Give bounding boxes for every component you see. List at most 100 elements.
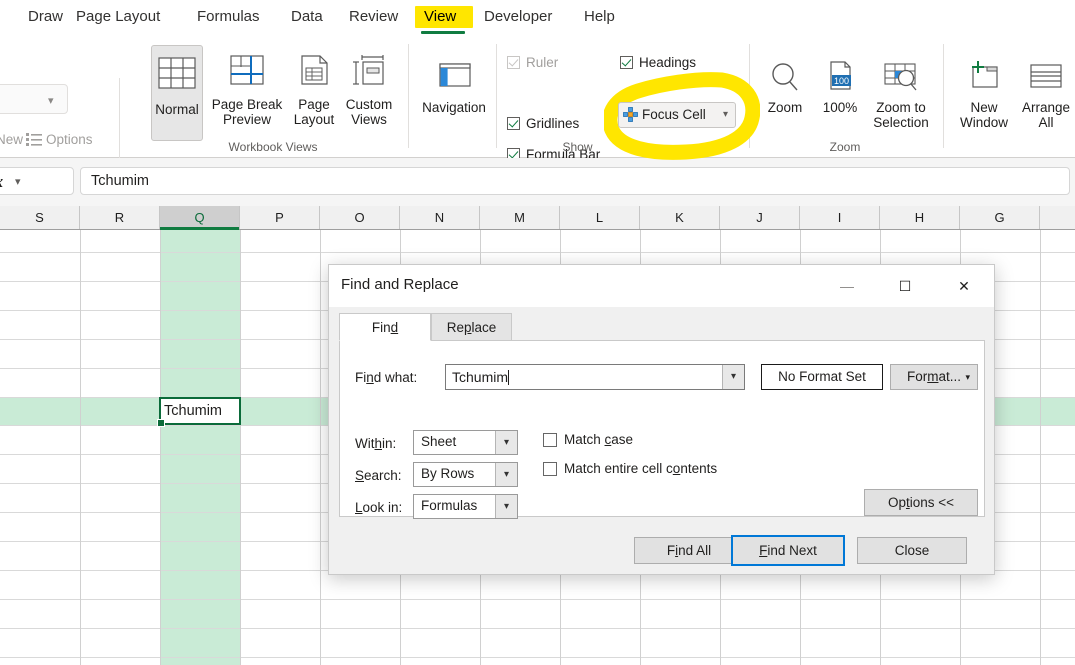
svg-text:100: 100 (834, 76, 849, 86)
column-header-M[interactable]: M (480, 206, 560, 229)
zoom-100-label: 100% (822, 100, 858, 115)
tab-formulas[interactable]: Formulas (191, 4, 266, 30)
custom-views-icon (341, 54, 397, 93)
navigation-button[interactable]: Navigation (419, 61, 489, 115)
chevron-down-icon[interactable]: ▾ (723, 103, 728, 127)
ribbon: ▾ New Options w (0, 36, 1075, 190)
group-label-workbook-views: Workbook Views (228, 140, 318, 154)
column-header-H[interactable]: H (880, 206, 960, 229)
custom-views-button[interactable]: Custom Views (341, 54, 397, 127)
column-header-R[interactable]: R (80, 206, 160, 229)
checkbox-ruler[interactable]: Ruler (507, 54, 558, 72)
close-button[interactable]: Close (857, 537, 967, 564)
group-divider-4 (943, 44, 944, 148)
tab-developer-label: Developer (484, 8, 553, 25)
tab-draw[interactable]: Draw (22, 4, 69, 30)
tab-replace-label: Replace (446, 320, 497, 335)
match-entire-cell-checkbox[interactable]: Match entire cell contents (543, 461, 717, 477)
navigation-icon (419, 61, 489, 96)
search-select[interactable]: By Rows ▾ (413, 462, 518, 487)
look-in-value: Formulas (421, 498, 478, 513)
page-break-preview-button[interactable]: Page Break Preview (206, 54, 288, 127)
tab-draw-label: Draw (28, 8, 64, 25)
tab-find-label: Find (371, 320, 399, 335)
zoom-to-selection-button[interactable]: Zoom to Selection (866, 61, 936, 130)
match-case-checkbox[interactable]: Match case (543, 432, 633, 448)
tab-help[interactable]: Help (578, 4, 621, 30)
chevron-down-icon[interactable]: ▾ (495, 495, 517, 518)
group-divider-3 (749, 44, 750, 148)
look-in-label: Look in: (355, 500, 403, 515)
within-value: Sheet (421, 434, 457, 449)
group-label-zoom: Zoom (829, 140, 861, 154)
new-window-button[interactable]: New Window (953, 61, 1015, 130)
zoom-100-button[interactable]: 100 100% (816, 61, 864, 115)
within-label: Within: (355, 436, 397, 451)
focus-cell-icon (623, 106, 638, 130)
page-break-preview-label: Page Break Preview (211, 97, 283, 127)
formula-input[interactable]: Tchumim (80, 167, 1070, 195)
options-label-partial[interactable]: Options (46, 132, 93, 147)
column-header-Q[interactable]: Q (160, 206, 240, 230)
tab-developer[interactable]: Developer (478, 4, 558, 30)
insert-function-icon[interactable]: fx (0, 172, 3, 192)
column-header-I[interactable]: I (800, 206, 880, 229)
maximize-icon[interactable]: ☐ (882, 265, 928, 307)
chevron-down-icon[interactable]: ▾ (965, 365, 970, 389)
tab-replace[interactable]: Replace (431, 313, 512, 341)
focus-cell-label: Focus Cell (642, 107, 706, 122)
within-select[interactable]: Sheet ▾ (413, 430, 518, 455)
options-button[interactable]: Options << (864, 489, 978, 516)
find-all-label: Find All (666, 543, 712, 558)
column-header-K[interactable]: K (640, 206, 720, 229)
focus-cell-button[interactable]: Focus Cell ▾ (618, 102, 736, 128)
column-header-J[interactable]: J (720, 206, 800, 229)
new-label-partial[interactable]: New (0, 132, 23, 147)
checkbox-gridlines[interactable]: Gridlines (507, 115, 579, 133)
find-what-input[interactable]: Tchumim ▾ (445, 364, 745, 390)
column-headers: S R Q P O N M L K J I H G (0, 206, 1075, 230)
find-what-label: Find what: (355, 370, 418, 385)
normal-view-button[interactable]: Normal (151, 45, 203, 141)
chevron-down-icon[interactable]: ▾ (495, 431, 517, 454)
match-case-checkbox-box (543, 433, 557, 447)
tab-review-label: Review (349, 8, 399, 25)
chevron-down-icon[interactable]: ▾ (495, 463, 517, 486)
page-layout-icon (290, 54, 338, 93)
look-in-select[interactable]: Formulas ▾ (413, 494, 518, 519)
tab-find[interactable]: Find (339, 313, 431, 341)
column-header-S[interactable]: S (0, 206, 80, 229)
fx-button-group[interactable]: fx ▾ (0, 167, 74, 195)
arrange-all-label: Arrange All (1021, 100, 1071, 130)
match-entire-cell-label: Match entire cell contents (564, 461, 718, 476)
format-button-label: Format... (906, 369, 961, 384)
column-header-P[interactable]: P (240, 206, 320, 229)
format-button[interactable]: Format... ▾ (890, 364, 978, 390)
dialog-title-bar[interactable]: Find and Replace — ☐ ✕ (329, 265, 994, 307)
page-layout-button[interactable]: Page Layout (290, 54, 338, 127)
formula-bar: fx ▾ Tchumim (0, 158, 1075, 206)
ruler-label: Ruler (526, 55, 559, 70)
arrange-all-button[interactable]: Arrange All (1017, 61, 1075, 130)
tab-review[interactable]: Review (343, 4, 404, 30)
column-header-partial[interactable] (1040, 206, 1075, 229)
search-label: Search: (355, 468, 402, 483)
dialog-title: Find and Replace (341, 276, 459, 293)
selected-cell[interactable]: Tchumim (157, 397, 241, 427)
find-all-button[interactable]: Find All (634, 537, 744, 564)
search-box-partial[interactable] (0, 84, 68, 114)
chevron-down-icon[interactable]: ▾ (15, 175, 21, 188)
column-header-G[interactable]: G (960, 206, 1040, 229)
tab-data[interactable]: Data (285, 4, 329, 30)
column-header-N[interactable]: N (400, 206, 480, 229)
checkbox-headings[interactable]: Headings (620, 54, 696, 72)
find-next-button[interactable]: Find Next (731, 535, 845, 566)
column-header-O[interactable]: O (320, 206, 400, 229)
chevron-down-icon[interactable]: ▾ (722, 365, 744, 389)
ribbon-tab-strip: Draw Page Layout Formulas Data Review Vi… (0, 0, 1075, 36)
minimize-icon[interactable]: — (824, 265, 870, 307)
close-icon[interactable]: ✕ (941, 265, 987, 307)
tab-page-layout[interactable]: Page Layout (70, 4, 166, 30)
column-header-L[interactable]: L (560, 206, 640, 229)
zoom-button[interactable]: Zoom (760, 61, 810, 115)
